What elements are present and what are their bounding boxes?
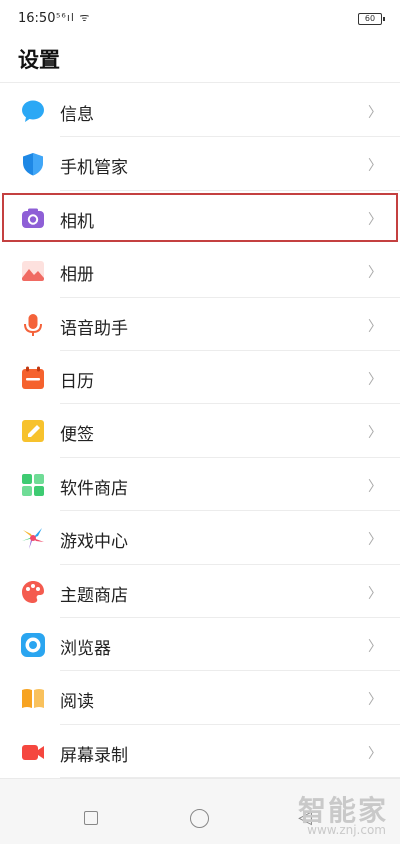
settings-item-label: 信息	[60, 105, 94, 125]
settings-item-label: 游戏中心	[60, 532, 128, 553]
microphone-icon	[20, 312, 46, 338]
note-icon	[20, 418, 46, 444]
settings-item-label: 软件商店	[60, 478, 128, 499]
screen-record-icon	[20, 739, 46, 765]
settings-item-shield[interactable]: 手机管家 〉	[0, 137, 400, 191]
settings-list: 信息〉手机管家〉相机〉相册〉语音助手〉日历〉便签〉软件商店〉游戏中心〉主题商店〉…	[0, 84, 400, 779]
settings-item-camera[interactable]: 相机 〉	[0, 191, 400, 244]
chevron-right-icon: 〉	[368, 692, 382, 709]
theme-store-icon	[20, 579, 46, 605]
chevron-right-icon: 〉	[368, 158, 382, 175]
chevron-right-icon: 〉	[368, 265, 382, 282]
shield-icon	[20, 151, 46, 177]
settings-item-label: 阅读	[60, 692, 94, 713]
calendar-icon	[20, 365, 46, 391]
chevron-right-icon: 〉	[368, 318, 382, 335]
browser-icon	[20, 632, 46, 658]
camera-icon	[20, 205, 46, 231]
chevron-right-icon: 〉	[368, 105, 382, 121]
home-button[interactable]	[190, 809, 209, 828]
settings-item-label: 主题商店	[60, 585, 128, 606]
chevron-right-icon: 〉	[368, 585, 382, 602]
settings-item-theme-store[interactable]: 主题商店 〉	[0, 565, 400, 618]
chevron-right-icon: 〉	[368, 745, 382, 762]
settings-item-label: 手机管家	[60, 158, 128, 179]
settings-item-message[interactable]: 信息 〉	[0, 84, 400, 138]
chevron-right-icon: 〉	[368, 371, 382, 388]
signal-wifi-icon: ⁵⁶ıl ᯤ	[56, 11, 91, 24]
message-icon	[20, 98, 46, 124]
chevron-right-icon: 〉	[368, 211, 382, 228]
settings-item-reader[interactable]: 阅读 〉	[0, 671, 400, 725]
status-time: 16:50	[18, 11, 56, 26]
settings-item-game-center[interactable]: 游戏中心 〉	[0, 511, 400, 565]
settings-item-label: 语音助手	[60, 318, 128, 339]
settings-item-screen-record[interactable]: 屏幕录制 〉	[0, 725, 400, 779]
chevron-right-icon: 〉	[368, 532, 382, 549]
settings-item-label: 相机	[60, 211, 94, 232]
title-divider	[0, 82, 400, 83]
settings-item-gallery[interactable]: 相册 〉	[0, 244, 400, 298]
settings-item-microphone[interactable]: 语音助手 〉	[0, 298, 400, 351]
navigation-bar: ◁ 智能家 www.znj.com	[0, 778, 400, 844]
reader-icon	[20, 685, 46, 711]
settings-item-browser[interactable]: 浏览器 〉	[0, 618, 400, 672]
settings-item-label: 日历	[60, 371, 94, 392]
game-center-icon	[20, 525, 46, 551]
status-bar: 16:50 ⁵⁶ıl ᯤ 60	[0, 0, 400, 34]
recent-apps-button[interactable]	[84, 811, 98, 825]
page-title: 设置	[18, 48, 60, 72]
app-store-icon	[20, 472, 46, 498]
settings-item-label: 便签	[60, 425, 94, 446]
settings-item-label: 屏幕录制	[60, 745, 128, 766]
settings-item-calendar[interactable]: 日历 〉	[0, 351, 400, 405]
gallery-icon	[20, 258, 46, 284]
settings-item-label: 浏览器	[60, 638, 111, 659]
settings-item-app-store[interactable]: 软件商店 〉	[0, 458, 400, 512]
watermark-url: www.znj.com	[307, 823, 386, 837]
chevron-right-icon: 〉	[368, 638, 382, 655]
chevron-right-icon: 〉	[368, 425, 382, 442]
settings-item-note[interactable]: 便签 〉	[0, 404, 400, 458]
chevron-right-icon: 〉	[368, 478, 382, 495]
battery-icon: 60	[358, 13, 385, 25]
settings-item-label: 相册	[60, 265, 94, 286]
